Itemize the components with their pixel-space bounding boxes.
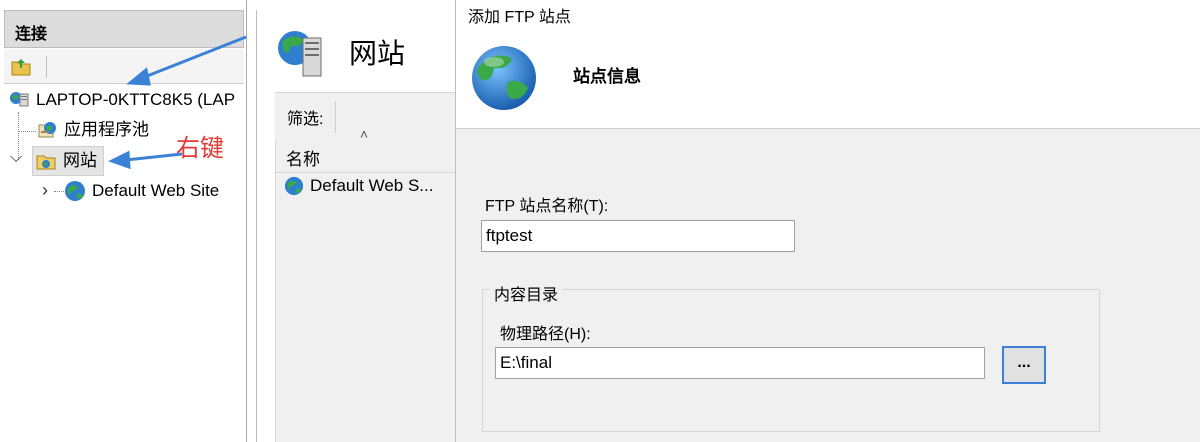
filter-bar: 筛选: bbox=[275, 92, 475, 142]
column-header-name[interactable]: ˄ 名称 bbox=[276, 126, 476, 173]
tree-guide bbox=[18, 131, 36, 132]
app-pool-icon bbox=[38, 122, 56, 138]
chevron-down-icon[interactable]: ⌵ bbox=[10, 149, 22, 167]
content-directory-title: 内容目录 bbox=[490, 281, 563, 305]
server-icon bbox=[278, 31, 322, 77]
dialog-titlebar: 添加 FTP 站点 bbox=[456, 0, 1200, 28]
sites-list: ˄ 名称 Default Web S... bbox=[275, 126, 476, 442]
tree-item-default-site[interactable]: Default Web Site bbox=[64, 177, 219, 205]
connections-pane: 连接 LAPTOP-0KTTC8K5 (LAP 应用程序池 ⌵ 网站 › Def… bbox=[0, 0, 247, 442]
list-item-label: Default Web S... bbox=[310, 176, 434, 195]
toolbar-separator bbox=[46, 56, 47, 78]
tree-label-app-pools: 应用程序池 bbox=[64, 120, 149, 139]
sort-caret-icon: ˄ bbox=[360, 126, 369, 142]
connections-toolbar bbox=[4, 49, 244, 84]
tree-label-sites: 网站 bbox=[63, 151, 97, 170]
physical-path-input[interactable] bbox=[495, 347, 985, 379]
column-header-label: 名称 bbox=[286, 150, 320, 169]
folder-up-icon[interactable] bbox=[10, 55, 32, 77]
annotation-label: 右键 bbox=[176, 135, 224, 162]
add-ftp-site-dialog: 添加 FTP 站点 站点信息 FTP 站点名称(T): 内容目录 物理路径(H)… bbox=[455, 0, 1200, 442]
dialog-banner: 站点信息 bbox=[456, 28, 1200, 129]
globe-icon bbox=[65, 181, 85, 201]
filter-label: 筛选: bbox=[287, 111, 324, 128]
browse-button[interactable]: ... bbox=[1002, 346, 1046, 384]
connections-header: 连接 bbox=[4, 10, 244, 48]
tree-label-default-site: Default Web Site bbox=[92, 181, 220, 200]
tree-label-computer: LAPTOP-0KTTC8K5 (LAP bbox=[36, 90, 236, 109]
tree-guide bbox=[54, 191, 64, 192]
list-item[interactable]: Default Web S... bbox=[284, 176, 433, 196]
filter-separator bbox=[335, 101, 336, 133]
computer-icon bbox=[10, 92, 29, 107]
sites-pane: 网站 筛选: ˄ 名称 Default Web S... bbox=[256, 10, 476, 442]
site-name-input[interactable] bbox=[481, 220, 795, 252]
tree-item-sites[interactable]: 网站 bbox=[32, 146, 104, 176]
tree-item-computer[interactable]: LAPTOP-0KTTC8K5 (LAP bbox=[8, 86, 235, 114]
sites-title: 网站 bbox=[349, 38, 406, 69]
globe-icon bbox=[284, 176, 304, 196]
connections-title: 连接 bbox=[15, 26, 48, 43]
globe-icon bbox=[472, 46, 536, 110]
site-name-label: FTP 站点名称(T): bbox=[485, 198, 609, 215]
chevron-right-icon[interactable]: › bbox=[42, 180, 48, 201]
banner-title: 站点信息 bbox=[573, 67, 641, 86]
tree-item-app-pools[interactable]: 应用程序池 bbox=[36, 116, 149, 144]
physical-path-label: 物理路径(H): bbox=[500, 326, 591, 343]
sites-folder-icon bbox=[36, 155, 56, 170]
dialog-title: 添加 FTP 站点 bbox=[468, 9, 571, 26]
